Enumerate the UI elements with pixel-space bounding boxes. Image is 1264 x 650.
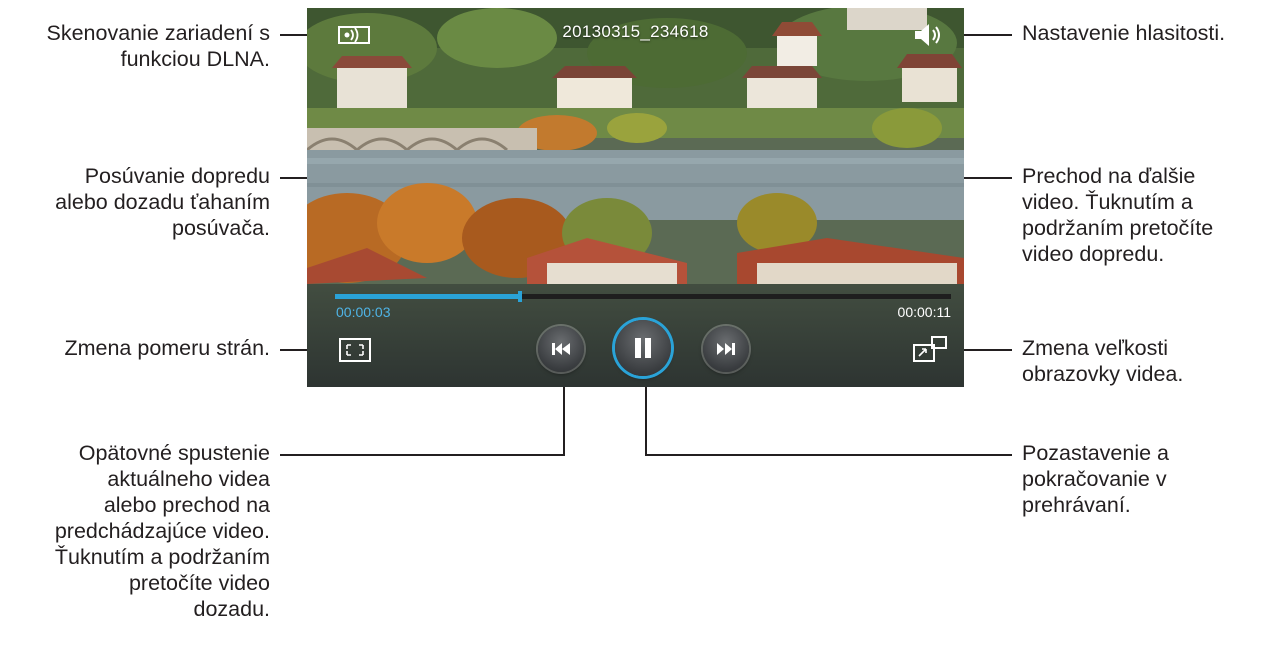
pause-button[interactable]: [615, 320, 671, 376]
video-player-screen[interactable]: 20130315_234618 00:00:03 00:00:11: [307, 8, 964, 387]
aspect-ratio-button[interactable]: [337, 337, 373, 363]
callout-volume: Nastavenie hlasitosti.: [1022, 21, 1226, 45]
pause-icon: [635, 338, 651, 358]
callout-previous: Opätovné spustenie aktuálneho videa aleb…: [54, 441, 270, 621]
callout-next: Prechod na ďalšie video. Ťuknutím a podr…: [1022, 164, 1214, 266]
seek-bar[interactable]: [335, 291, 951, 302]
volume-icon: [915, 24, 940, 46]
video-title: 20130315_234618: [562, 22, 709, 41]
leader-prev-h: [280, 454, 565, 456]
next-button[interactable]: [703, 326, 749, 372]
volume-button[interactable]: [912, 22, 944, 48]
current-time: 00:00:03: [336, 304, 391, 320]
callout-popup: Zmena veľkosti obrazovky videa.: [1022, 336, 1184, 386]
callout-seek: Posúvanie dopredu alebo dozadu ťahaním p…: [55, 164, 270, 240]
next-icon: [717, 343, 735, 355]
seek-bar-progress: [335, 294, 520, 299]
callout-dlna: Skenovanie zariadení s funkciou DLNA.: [46, 21, 270, 71]
seek-bar-handle[interactable]: [518, 291, 522, 302]
previous-button[interactable]: [538, 326, 584, 372]
callout-pause: Pozastavenie a pokračovanie v prehrávaní…: [1022, 441, 1170, 517]
popup-icon: [913, 336, 947, 362]
dlna-icon: [338, 26, 370, 44]
popup-player-button[interactable]: [911, 335, 951, 365]
total-time: 00:00:11: [897, 304, 951, 320]
dlna-button[interactable]: [337, 24, 371, 46]
leader-pause-h: [645, 454, 1012, 456]
previous-icon: [552, 343, 570, 355]
callout-aspect: Zmena pomeru strán.: [64, 336, 270, 360]
aspect-ratio-icon: [339, 338, 371, 362]
